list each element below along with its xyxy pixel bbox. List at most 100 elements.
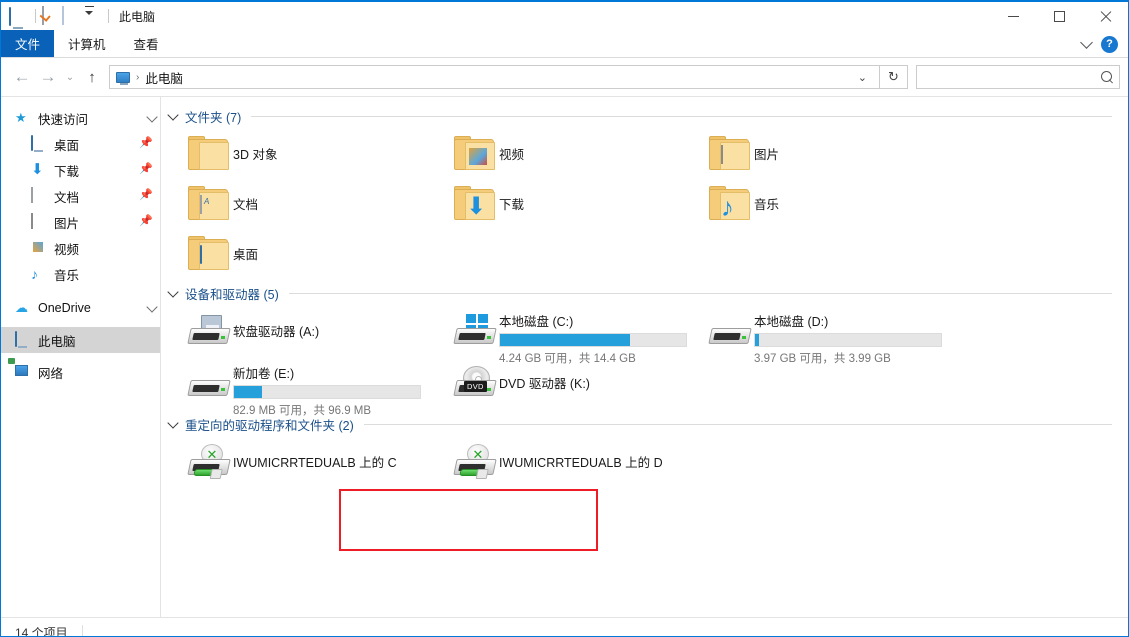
item-label: 桌面 xyxy=(233,248,259,262)
item-label: 本地磁盘 (D:) xyxy=(754,315,829,329)
list-item[interactable]: 软盘驱动器 (A:) xyxy=(185,307,451,359)
search-input[interactable] xyxy=(923,70,1101,84)
list-item[interactable]: 新加卷 (E:) 82.9 MB 可用，共 96.9 MB xyxy=(185,359,451,417)
folder-documents-icon xyxy=(185,180,233,228)
list-item[interactable]: 本地磁盘 (D:) 3.97 GB 可用，共 3.99 GB xyxy=(706,307,961,365)
navigation-pane[interactable]: ★ 快速访问 桌面 📌 ⬇ 下载 📌 文档 📌 图片 📌 视频 ♪ 音乐 ☁ O… xyxy=(1,97,161,617)
section-divider xyxy=(251,116,1112,117)
pictures-icon xyxy=(31,213,47,230)
sidebar-item-music[interactable]: ♪ 音乐 xyxy=(1,261,160,287)
new-folder-icon[interactable] xyxy=(62,6,82,26)
sidebar-item-documents[interactable]: 文档 📌 xyxy=(1,183,160,209)
list-item[interactable]: ♪ 音乐 xyxy=(706,180,961,230)
sidebar-item-pictures[interactable]: 图片 📌 xyxy=(1,209,160,235)
list-item[interactable]: 桌面 xyxy=(185,230,451,280)
floppy-drive-icon xyxy=(185,307,233,355)
downloads-icon: ⬇ xyxy=(31,161,44,178)
pin-icon[interactable]: 📌 xyxy=(139,190,153,201)
item-label: DVD 驱动器 (K:) xyxy=(499,377,590,391)
status-bar: 14 个项目 xyxy=(1,617,1128,636)
breadcrumb-item-this-pc[interactable]: 此电脑 xyxy=(145,68,183,87)
sidebar-item-label: 文档 xyxy=(54,190,80,205)
hard-drive-icon xyxy=(185,359,233,407)
list-item[interactable]: 本地磁盘 (C:) 4.24 GB 可用，共 14.4 GB xyxy=(451,307,706,365)
list-item[interactable]: 文档 xyxy=(185,180,451,230)
sidebar-item-label: 快速访问 xyxy=(38,112,89,127)
pin-icon[interactable]: 📌 xyxy=(139,164,153,175)
explorer-body: ★ 快速访问 桌面 📌 ⬇ 下载 📌 文档 📌 图片 📌 视频 ♪ 音乐 ☁ O… xyxy=(1,96,1128,617)
list-item[interactable]: ⬇ 下载 xyxy=(451,180,706,230)
breadcrumb[interactable]: › 此电脑 ⌄ xyxy=(109,65,880,89)
sidebar-item-this-pc[interactable]: 此电脑 xyxy=(1,327,160,353)
section-header-folders[interactable]: 文件夹 (7) xyxy=(161,107,1128,126)
highlight-box-new-volume-e xyxy=(339,489,598,551)
sidebar-item-network[interactable]: 网络 xyxy=(1,359,160,385)
search-icon[interactable] xyxy=(1101,71,1113,83)
drive-info: 本地磁盘 (D:) 3.97 GB 可用，共 3.99 GB xyxy=(754,307,961,366)
chevron-down-icon[interactable] xyxy=(167,109,179,121)
pin-icon[interactable]: 📌 xyxy=(139,216,153,227)
sidebar-item-videos[interactable]: 视频 xyxy=(1,235,160,261)
item-label: 下载 xyxy=(499,198,525,212)
sidebar-item-label: 视频 xyxy=(54,242,80,257)
section-header-redirected[interactable]: 重定向的驱动程序和文件夹 (2) xyxy=(161,415,1128,434)
section-title: 重定向的驱动程序和文件夹 (2) xyxy=(185,419,354,433)
chevron-down-icon[interactable] xyxy=(146,111,158,123)
up-button[interactable]: ↑ xyxy=(79,64,105,90)
section-divider xyxy=(288,293,1112,294)
tab-file[interactable]: 文件 xyxy=(1,30,55,57)
sidebar-item-quick-access[interactable]: ★ 快速访问 xyxy=(1,105,160,131)
help-icon[interactable]: ? xyxy=(1101,35,1118,53)
file-list-pane[interactable]: 文件夹 (7) 3D 对象 视频 图片 A 文档 ⬇ 下载 ♪ 音乐 桌面 设备… xyxy=(161,97,1128,617)
window-controls xyxy=(990,2,1128,30)
customize-dropdown-icon[interactable] xyxy=(82,6,102,26)
windows-drive-icon xyxy=(451,307,499,355)
hard-drive-icon xyxy=(706,307,754,355)
close-button[interactable] xyxy=(1082,2,1128,30)
pin-icon[interactable]: 📌 xyxy=(139,138,153,149)
section-title: 设备和驱动器 (5) xyxy=(185,288,279,302)
folder-3d-objects-icon xyxy=(185,130,233,178)
breadcrumb-dropdown-icon[interactable]: ⌄ xyxy=(850,71,875,84)
folder-music-icon: ♪ xyxy=(706,180,754,228)
drive-info: 新加卷 (E:) 82.9 MB 可用，共 96.9 MB xyxy=(233,359,451,418)
minimize-button[interactable] xyxy=(990,2,1036,30)
sidebar-item-label: 下载 xyxy=(54,164,80,179)
list-item[interactable]: ✕ IWUMICRRTEDUALB 上的 D xyxy=(451,438,706,490)
section-header-devices[interactable]: 设备和驱动器 (5) xyxy=(161,284,1128,303)
maximize-button[interactable] xyxy=(1036,2,1082,30)
chevron-down-icon[interactable] xyxy=(167,286,179,298)
this-pc-icon[interactable] xyxy=(9,6,29,26)
forward-button[interactable]: → xyxy=(35,64,61,90)
toolbar-divider-2 xyxy=(108,9,109,23)
chevron-down-icon[interactable] xyxy=(167,417,179,429)
refresh-button[interactable]: ↻ xyxy=(880,65,908,89)
chevron-down-icon[interactable] xyxy=(146,301,158,313)
desktop-icon xyxy=(31,135,47,152)
address-bar: ← → ⌄ ↑ › 此电脑 ⌄ ↻ xyxy=(1,58,1128,96)
search-box[interactable] xyxy=(916,65,1120,89)
item-label: 视频 xyxy=(499,148,525,162)
back-button[interactable]: ← xyxy=(9,64,35,90)
list-item[interactable]: 图片 xyxy=(706,130,961,180)
sidebar-item-onedrive[interactable]: ☁ OneDrive xyxy=(1,295,160,321)
chevron-down-icon[interactable] xyxy=(1080,35,1093,49)
capacity-bar xyxy=(499,333,687,347)
documents-icon xyxy=(31,187,47,204)
list-item[interactable]: 视频 xyxy=(451,130,706,180)
drive-info: 本地磁盘 (C:) 4.24 GB 可用，共 14.4 GB xyxy=(499,307,706,366)
sidebar-item-desktop[interactable]: 桌面 📌 xyxy=(1,131,160,157)
sidebar-item-downloads[interactable]: ⬇ 下载 📌 xyxy=(1,157,160,183)
properties-icon[interactable] xyxy=(42,6,62,26)
videos-icon xyxy=(31,240,47,256)
tab-computer[interactable]: 计算机 xyxy=(54,30,120,57)
list-item[interactable]: DVD DVD 驱动器 (K:) xyxy=(451,359,706,411)
recent-locations-button[interactable]: ⌄ xyxy=(61,64,79,90)
list-item[interactable]: 3D 对象 xyxy=(185,130,451,180)
folders-grid: 3D 对象 视频 图片 A 文档 ⬇ 下载 ♪ 音乐 桌面 xyxy=(161,130,1128,280)
item-label: 软盘驱动器 (A:) xyxy=(233,325,320,339)
list-item[interactable]: ✕ IWUMICRRTEDUALB 上的 C xyxy=(185,438,451,490)
tab-view[interactable]: 查看 xyxy=(120,30,173,57)
window-title: 此电脑 xyxy=(119,9,156,24)
star-pin-icon: ★ xyxy=(15,110,27,125)
